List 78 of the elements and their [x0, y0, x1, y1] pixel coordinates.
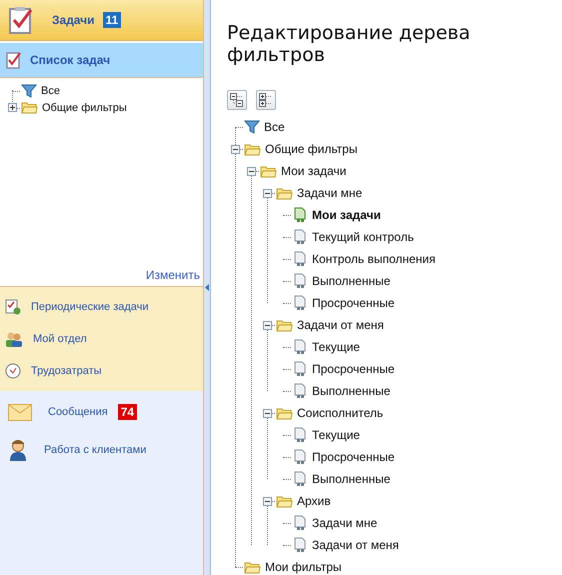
folder-icon [276, 406, 293, 420]
tree-item[interactable]: Просроченные [312, 450, 395, 464]
count-badge: 74 [118, 404, 138, 420]
filter-icon [244, 120, 260, 134]
document-icon [292, 273, 308, 289]
module-link[interactable]: Работа с клиентами [44, 444, 146, 456]
collapse-toggle[interactable] [230, 144, 240, 154]
tree-item[interactable]: Контроль выполнения [312, 252, 436, 266]
document-icon [292, 207, 308, 223]
folder-icon [276, 494, 293, 508]
section-title: Список задач [30, 53, 110, 67]
collapse-toggle[interactable] [262, 320, 272, 330]
tree-item[interactable]: Текущий контроль [312, 230, 414, 244]
envelope-icon [8, 404, 32, 420]
document-icon [292, 339, 308, 355]
tree-item[interactable]: Выполненные [312, 274, 390, 288]
nav-item[interactable]: Трудозатраты [31, 365, 102, 377]
tree-item[interactable]: Мои задачи [312, 208, 381, 222]
tree-item[interactable]: Общие фильтры [265, 142, 358, 156]
tree-item[interactable]: Текущие [312, 428, 360, 442]
document-icon [292, 515, 308, 531]
folder-icon [276, 318, 293, 332]
tree-item[interactable]: Задачи от меня [297, 318, 384, 332]
section-header[interactable]: Список задач [0, 41, 203, 78]
document-icon [292, 537, 308, 553]
module-link[interactable]: Сообщения [48, 406, 108, 418]
document-icon [292, 361, 308, 377]
document-icon [292, 427, 308, 443]
document-icon [292, 449, 308, 465]
people-icon [5, 331, 23, 347]
tree-item[interactable]: Просроченные [312, 296, 395, 310]
tree-item[interactable]: Просроченные [312, 362, 395, 376]
tree-item[interactable]: Текущие [312, 340, 360, 354]
tree-item[interactable]: Общие фильтры [42, 102, 127, 114]
collapse-tree-icon [230, 93, 244, 107]
tree-item[interactable]: Задачи от меня [312, 538, 399, 552]
expand-all-button[interactable] [256, 90, 276, 110]
tree-item[interactable]: Задачи мне [297, 186, 362, 200]
collapse-toggle[interactable] [262, 496, 272, 506]
filter-icon [21, 84, 37, 98]
tree-item[interactable]: Выполненные [312, 384, 390, 398]
tree-item[interactable]: Мои фильтры [265, 560, 342, 574]
count-badge: 11 [102, 12, 122, 28]
document-icon [292, 295, 308, 311]
tree-item[interactable]: Мои задачи [281, 164, 346, 178]
module-title: Задачи [52, 13, 95, 27]
collapse-toggle[interactable] [246, 166, 256, 176]
collapse-toggle[interactable] [262, 408, 272, 418]
tree-item[interactable]: Задачи мне [312, 516, 378, 530]
edit-link[interactable]: Изменить [146, 268, 200, 282]
nav-item[interactable]: Периодические задачи [31, 301, 149, 313]
tree-item[interactable]: Соисполнитель [297, 406, 384, 420]
nav-item[interactable]: Мой отдел [33, 333, 87, 345]
folder-icon [276, 186, 293, 200]
tree-item[interactable]: Все [264, 120, 285, 134]
document-icon [292, 383, 308, 399]
person-icon [8, 439, 28, 461]
module-header[interactable]: Задачи 11 [0, 0, 203, 41]
clock-icon [5, 363, 21, 379]
document-icon [292, 251, 308, 267]
tree-item[interactable]: Все [41, 84, 60, 96]
document-icon [292, 471, 308, 487]
folder-icon [260, 164, 277, 178]
expand-toggle[interactable] [8, 103, 16, 112]
tree-item[interactable]: Выполненные [312, 472, 390, 486]
document-icon [292, 229, 308, 245]
expand-tree-icon [259, 93, 273, 107]
collapse-all-button[interactable] [227, 90, 247, 110]
clipboard-check-icon [6, 51, 22, 69]
collapse-arrow-icon[interactable] [205, 284, 209, 291]
folder-icon [21, 101, 38, 114]
task-list-icon [5, 299, 21, 315]
tree-item[interactable]: Архив [297, 494, 331, 508]
collapse-toggle[interactable] [262, 188, 272, 198]
clipboard-check-icon [8, 6, 34, 34]
page-title: Редактирование дерева фильтров [227, 21, 472, 68]
folder-icon [244, 560, 261, 574]
folder-icon [244, 142, 261, 156]
